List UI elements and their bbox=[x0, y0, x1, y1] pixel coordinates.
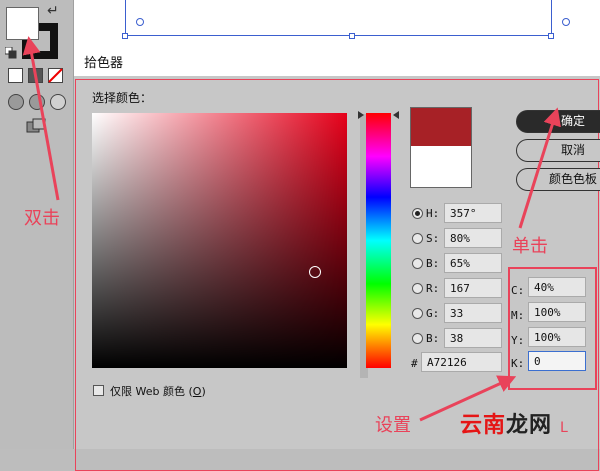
single-click-arrow bbox=[518, 107, 561, 229]
double-click-arrow bbox=[22, 36, 60, 201]
watermark-part2: 龙网 bbox=[506, 413, 553, 438]
single-click-annotation: 单击 bbox=[512, 236, 548, 257]
watermark-extra: L bbox=[560, 420, 569, 436]
set-annotation: 设置 bbox=[375, 415, 411, 436]
annotation-arrows bbox=[22, 36, 561, 422]
watermark-part1: 云南 bbox=[460, 413, 507, 438]
double-click-annotation: 双击 bbox=[24, 208, 60, 229]
watermark: 云南龙网 L bbox=[460, 407, 569, 439]
